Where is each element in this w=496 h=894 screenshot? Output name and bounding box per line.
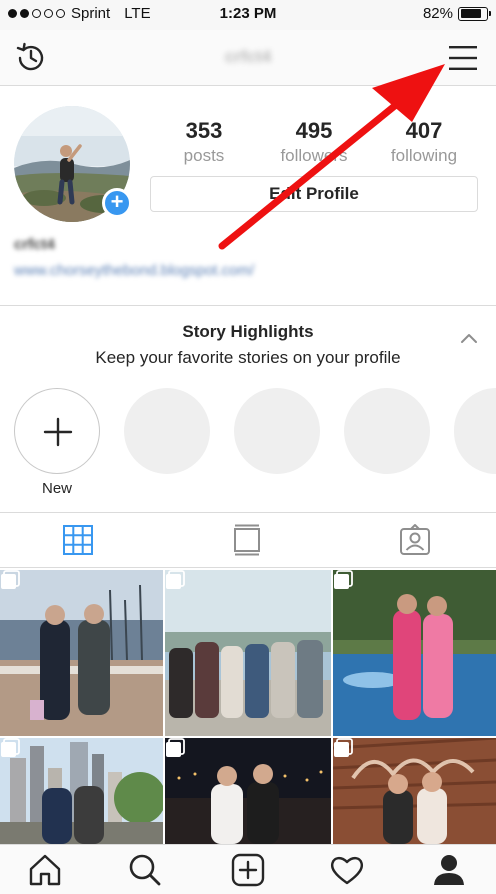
new-highlight-label: New xyxy=(41,480,72,497)
photo-thumbnail[interactable] xyxy=(333,738,496,844)
profile-view-tabs xyxy=(0,512,496,568)
heart-icon[interactable] xyxy=(330,853,364,887)
chevron-up-icon[interactable] xyxy=(460,332,478,344)
highlight-placeholder xyxy=(234,388,320,474)
home-icon[interactable] xyxy=(28,853,62,887)
followers-stat[interactable]: 495 followers xyxy=(264,118,364,166)
photo-thumbnail[interactable] xyxy=(165,570,331,736)
multi-photo-icon xyxy=(166,738,185,757)
following-count: 407 xyxy=(405,118,443,143)
multi-photo-icon xyxy=(334,738,353,757)
posts-count: 353 xyxy=(185,118,223,143)
battery-icon xyxy=(458,6,491,21)
username-title: crfct4 xyxy=(224,47,272,66)
multi-photo-icon xyxy=(334,570,353,589)
menu-icon[interactable] xyxy=(448,44,478,72)
bottom-nav-bar xyxy=(0,844,496,894)
search-icon[interactable] xyxy=(128,853,162,887)
battery-info: 82% xyxy=(422,5,491,22)
highlight-placeholder xyxy=(344,388,430,474)
add-post-icon[interactable] xyxy=(231,853,265,887)
new-highlight-button[interactable] xyxy=(14,388,100,474)
photo-thumbnail[interactable] xyxy=(333,570,496,736)
display-name: crfct4 xyxy=(14,236,55,253)
highlight-placeholder xyxy=(454,388,496,474)
highlights-title: Story Highlights xyxy=(182,322,314,341)
battery-percent: 82% xyxy=(422,5,453,22)
highlight-placeholder xyxy=(124,388,210,474)
multi-photo-icon xyxy=(1,570,20,589)
tagged-icon[interactable] xyxy=(398,523,432,557)
following-label: following xyxy=(390,146,458,165)
add-story-button[interactable]: + xyxy=(102,188,132,218)
posts-label: posts xyxy=(183,146,225,165)
followers-label: followers xyxy=(280,146,348,165)
profile-icon[interactable] xyxy=(432,853,466,887)
plus-icon xyxy=(43,417,73,447)
website-link[interactable]: www.chorseythebond.blogspot.com/ xyxy=(14,262,254,279)
photo-thumbnail[interactable] xyxy=(0,738,163,844)
following-stat[interactable]: 407 following xyxy=(374,118,474,166)
photo-thumbnail[interactable] xyxy=(165,738,331,844)
highlights-subtitle: Keep your favorite stories on your profi… xyxy=(95,348,401,367)
followers-count: 495 xyxy=(295,118,333,143)
status-time: 1:23 PM xyxy=(219,5,277,22)
multi-photo-icon xyxy=(166,570,185,589)
status-bar: Sprint LTE 1:23 PM 82% xyxy=(0,0,496,30)
profile-header: crfct4 xyxy=(0,30,496,86)
edit-profile-button[interactable]: Edit Profile xyxy=(150,176,478,212)
section-divider xyxy=(0,305,496,306)
grid-icon[interactable] xyxy=(61,523,95,557)
photo-grid xyxy=(0,570,496,844)
multi-photo-icon xyxy=(1,738,20,757)
feed-icon[interactable] xyxy=(230,523,264,557)
posts-stat[interactable]: 353 posts xyxy=(154,118,254,166)
photo-thumbnail[interactable] xyxy=(0,570,163,736)
